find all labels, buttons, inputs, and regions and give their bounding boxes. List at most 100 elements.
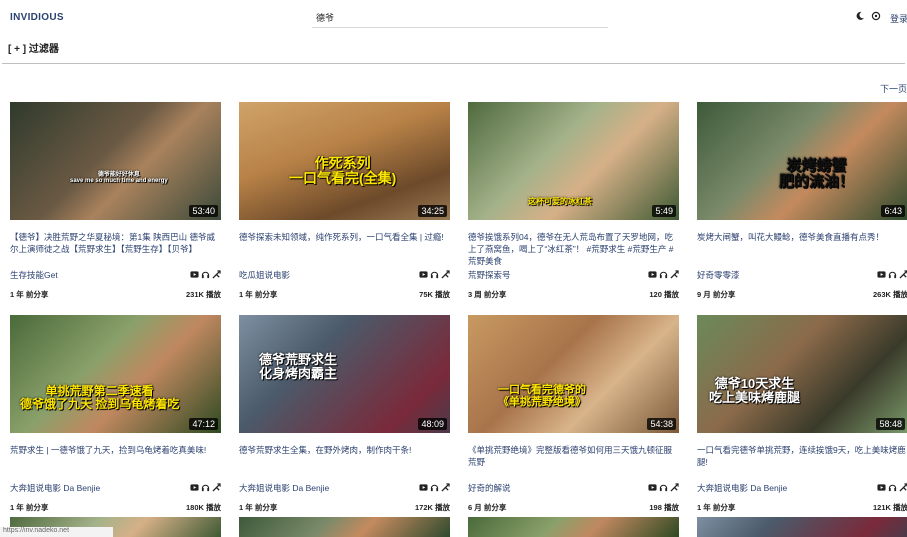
video-duration: 5:49 bbox=[652, 205, 676, 217]
video-title[interactable]: 德爷探索未知领域，纯作死系列，一口气看全集 | 过瘾! bbox=[239, 231, 450, 267]
video-card[interactable]: 炭烤螃蟹 肥的流油！ 6:43 炭烤大闸蟹，叫花大鳗鲶，德爷美食直播有点秀！ 好… bbox=[697, 102, 907, 301]
video-card[interactable]: 一口气看完德爷的 《单挑荒野绝境》 54:38 《单挑荒野绝境》完整版看德爷如何… bbox=[468, 315, 679, 514]
video-thumbnail[interactable] bbox=[697, 517, 907, 537]
top-bar: INVIDIOUS 登录 bbox=[0, 0, 907, 34]
video-card[interactable]: 这杯可爱的冰红茶 5:49 德爷挨饿系列04，德爷在无人荒岛布置了天罗地网，吃上… bbox=[468, 102, 679, 301]
video-card-partial[interactable] bbox=[468, 517, 679, 537]
channel-link[interactable]: 大奔姐说电影 Da Benjie bbox=[10, 482, 100, 494]
video-card-partial[interactable] bbox=[239, 517, 450, 537]
next-page-link[interactable]: 下一页 bbox=[880, 82, 907, 95]
video-thumbnail[interactable]: 德爷10天求生 吃上美味烤鹿腿 58:48 bbox=[697, 315, 907, 433]
youtube-icon[interactable] bbox=[877, 270, 886, 279]
video-actions bbox=[648, 270, 679, 279]
switch-instance-icon[interactable] bbox=[441, 270, 450, 279]
login-link[interactable]: 登录 bbox=[890, 12, 907, 25]
youtube-icon[interactable] bbox=[419, 483, 428, 492]
brand-logo[interactable]: INVIDIOUS bbox=[10, 12, 64, 23]
switch-instance-icon[interactable] bbox=[441, 483, 450, 492]
headphones-icon[interactable] bbox=[888, 483, 897, 492]
published-ago: 1 年 前分享 bbox=[239, 290, 278, 299]
video-duration: 54:38 bbox=[647, 418, 676, 430]
channel-link[interactable]: 好奇的解说 bbox=[468, 482, 511, 494]
video-title[interactable]: 德爷挨饿系列04，德爷在无人荒岛布置了天罗地网，吃上了燕窝鱼，喝上了“冰红茶”！… bbox=[468, 231, 679, 267]
video-actions bbox=[877, 270, 907, 279]
video-thumbnail[interactable]: 单挑荒野第二季速看 德爷饿了九天 捡到乌龟烤着吃 47:12 bbox=[10, 315, 221, 433]
thumbnail-caption: 单挑荒野第二季速看 德爷饿了九天 捡到乌龟烤着吃 bbox=[20, 384, 180, 411]
channel-link[interactable]: 生存技能Get bbox=[10, 269, 58, 281]
channel-link[interactable]: 大奔姐说电影 Da Benjie bbox=[239, 482, 329, 494]
headphones-icon[interactable] bbox=[888, 270, 897, 279]
channel-link[interactable]: 大奔姐说电影 Da Benjie bbox=[697, 482, 787, 494]
video-title[interactable]: 一口气看完德爷单挑荒野，连续挨饿9天，吃上美味烤鹿腿! bbox=[697, 444, 907, 480]
top-icons bbox=[855, 11, 881, 21]
view-count: 263K 播放 bbox=[872, 290, 907, 299]
thumbnail-caption: 一口气看完德爷的 《单挑荒野绝境》 bbox=[498, 384, 586, 408]
headphones-icon[interactable] bbox=[430, 483, 439, 492]
filter-toggle[interactable]: [ + ] 过滤器 bbox=[8, 40, 59, 55]
switch-instance-icon[interactable] bbox=[670, 483, 679, 492]
headphones-icon[interactable] bbox=[659, 483, 668, 492]
channel-link[interactable]: 荒野探索号 bbox=[468, 269, 511, 281]
video-card[interactable]: 德爷10天求生 吃上美味烤鹿腿 58:48 一口气看完德爷单挑荒野，连续挨饿9天… bbox=[697, 315, 907, 514]
divider bbox=[2, 63, 905, 64]
video-title[interactable]: 《单挑荒野绝境》完整版看德爷如何用三天饿九顿征服荒野 bbox=[468, 444, 679, 480]
youtube-icon[interactable] bbox=[648, 483, 657, 492]
switch-instance-icon[interactable] bbox=[212, 270, 221, 279]
thumbnail-image bbox=[468, 315, 679, 433]
published-ago: 1 年 前分享 bbox=[239, 503, 278, 512]
video-duration: 48:09 bbox=[418, 418, 447, 430]
switch-instance-icon[interactable] bbox=[670, 270, 679, 279]
video-actions bbox=[190, 483, 221, 492]
video-card[interactable]: 作死系列 一口气看完(全集) 34:25 德爷探索未知领域，纯作死系列，一口气看… bbox=[239, 102, 450, 301]
video-title[interactable]: 荒野求生 | 一德爷饿了九天，捡到乌龟烤着吃真美味! bbox=[10, 444, 221, 480]
video-thumbnail[interactable] bbox=[239, 517, 450, 537]
video-actions bbox=[419, 483, 450, 492]
video-title[interactable]: 炭烤大闸蟹，叫花大鳗鲶，德爷美食直播有点秀！ bbox=[697, 231, 907, 267]
search-input[interactable] bbox=[312, 8, 608, 28]
headphones-icon[interactable] bbox=[201, 270, 210, 279]
published-ago: 1 年 前分享 bbox=[10, 290, 49, 299]
video-actions bbox=[190, 270, 221, 279]
youtube-icon[interactable] bbox=[190, 270, 199, 279]
video-title[interactable]: 【德爷】决胜荒野之华夏秘境：第1集 陕西巴山 德爷威尔上演师徒之战【荒野求生】【… bbox=[10, 231, 221, 267]
video-thumbnail[interactable]: 德爷荒野求生 化身烤肉霸主 48:09 bbox=[239, 315, 450, 433]
video-thumbnail[interactable]: 炭烤螃蟹 肥的流油！ 6:43 bbox=[697, 102, 907, 220]
video-thumbnail[interactable]: 德爷能好好休息 save me so much time and energy … bbox=[10, 102, 221, 220]
thumbnail-caption: 德爷荒野求生 化身烤肉霸主 bbox=[259, 352, 338, 381]
switch-instance-icon[interactable] bbox=[212, 483, 221, 492]
video-actions bbox=[419, 270, 450, 279]
view-count: 121K 播放 bbox=[872, 503, 907, 512]
youtube-icon[interactable] bbox=[419, 270, 428, 279]
thumbnail-image bbox=[239, 517, 450, 537]
video-title[interactable]: 德爷荒野求生全集，在野外烤肉，制作肉干条! bbox=[239, 444, 450, 480]
video-card[interactable]: 德爷荒野求生 化身烤肉霸主 48:09 德爷荒野求生全集，在野外烤肉，制作肉干条… bbox=[239, 315, 450, 514]
published-ago: 3 周 前分享 bbox=[468, 290, 507, 299]
youtube-icon[interactable] bbox=[190, 483, 199, 492]
headphones-icon[interactable] bbox=[430, 270, 439, 279]
view-count: 198 播放 bbox=[649, 503, 679, 512]
channel-link[interactable]: 吃瓜姐说电影 bbox=[239, 269, 290, 281]
thumbnail-caption: 德爷10天求生 吃上美味烤鹿腿 bbox=[709, 376, 801, 405]
video-thumbnail[interactable] bbox=[468, 517, 679, 537]
video-card[interactable]: 德爷能好好休息 save me so much time and energy … bbox=[10, 102, 221, 301]
published-ago: 1 年 前分享 bbox=[10, 503, 49, 512]
switch-instance-icon[interactable] bbox=[899, 270, 907, 279]
video-thumbnail[interactable]: 一口气看完德爷的 《单挑荒野绝境》 54:38 bbox=[468, 315, 679, 433]
thumbnail-caption: 这杯可爱的冰红茶 bbox=[528, 197, 592, 206]
video-card[interactable]: 单挑荒野第二季速看 德爷饿了九天 捡到乌龟烤着吃 47:12 荒野求生 | 一德… bbox=[10, 315, 221, 514]
headphones-icon[interactable] bbox=[201, 483, 210, 492]
published-ago: 6 月 前分享 bbox=[468, 503, 507, 512]
status-bar: https://inv.nadeko.net bbox=[0, 527, 113, 537]
published-ago: 9 月 前分享 bbox=[697, 290, 736, 299]
youtube-icon[interactable] bbox=[648, 270, 657, 279]
youtube-icon[interactable] bbox=[877, 483, 886, 492]
view-count: 172K 播放 bbox=[414, 503, 450, 512]
video-card-partial[interactable] bbox=[697, 517, 907, 537]
channel-link[interactable]: 好奇零零漆 bbox=[697, 269, 740, 281]
gear-icon[interactable] bbox=[871, 11, 881, 21]
switch-instance-icon[interactable] bbox=[899, 483, 907, 492]
moon-icon[interactable] bbox=[855, 11, 865, 21]
video-thumbnail[interactable]: 这杯可爱的冰红茶 5:49 bbox=[468, 102, 679, 220]
video-thumbnail[interactable]: 作死系列 一口气看完(全集) 34:25 bbox=[239, 102, 450, 220]
headphones-icon[interactable] bbox=[659, 270, 668, 279]
